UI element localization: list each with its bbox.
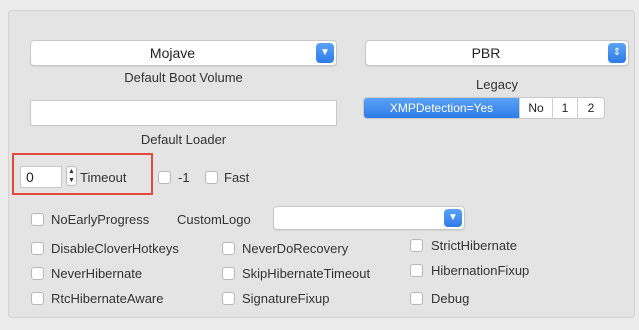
timeout-highlight-box — [12, 153, 153, 195]
rtc-hibernate-aware-label: RtcHibernateAware — [51, 291, 164, 306]
default-boot-volume-value: Mojave — [149, 45, 196, 61]
strict-hibernate-checkbox[interactable] — [410, 239, 423, 252]
minus-one-checkbox[interactable] — [158, 171, 171, 184]
default-loader-input[interactable] — [30, 100, 337, 126]
default-boot-volume-popup[interactable]: Mojave ▼ — [30, 40, 337, 66]
chevron-down-icon: ▼ — [444, 209, 462, 227]
no-early-progress-label: NoEarlyProgress — [51, 212, 150, 227]
debug-label: Debug — [431, 291, 470, 306]
xmp-detection-segmented-control: XMPDetection=Yes No 1 2 — [363, 97, 605, 119]
hibernation-fixup-checkbox[interactable] — [410, 264, 423, 277]
legacy-value: PBR — [471, 45, 501, 61]
segment-xmp-detection-yes[interactable]: XMPDetection=Yes — [364, 98, 519, 118]
debug-checkbox[interactable] — [410, 292, 423, 305]
fast-checkbox[interactable] — [205, 171, 218, 184]
no-early-progress-checkbox[interactable] — [31, 213, 44, 226]
minus-one-label: -1 — [178, 170, 190, 185]
default-loader-caption: Default Loader — [140, 132, 227, 147]
segment-1[interactable]: 1 — [552, 98, 577, 118]
skip-hibernate-timeout-checkbox[interactable] — [222, 267, 235, 280]
legacy-caption: Legacy — [476, 77, 518, 92]
never-do-recovery-checkbox[interactable] — [222, 242, 235, 255]
chevron-down-icon: ▼ — [316, 43, 334, 63]
hibernation-fixup-label: HibernationFixup — [431, 263, 530, 278]
never-do-recovery-label: NeverDoRecovery — [242, 241, 349, 256]
custom-logo-popup[interactable]: ▼ — [273, 206, 465, 230]
strict-hibernate-label: StrictHibernate — [431, 238, 517, 253]
signature-fixup-label: SignatureFixup — [242, 291, 330, 306]
disable-clover-hotkeys-label: DisableCloverHotkeys — [51, 241, 179, 256]
signature-fixup-checkbox[interactable] — [222, 292, 235, 305]
never-hibernate-checkbox[interactable] — [31, 267, 44, 280]
default-boot-volume-caption: Default Boot Volume — [124, 70, 243, 85]
disable-clover-hotkeys-checkbox[interactable] — [31, 242, 44, 255]
rtc-hibernate-aware-checkbox[interactable] — [31, 292, 44, 305]
fast-label: Fast — [224, 170, 250, 185]
never-hibernate-label: NeverHibernate — [51, 266, 143, 281]
up-down-arrows-icon: ⇕ — [608, 43, 626, 63]
legacy-popup[interactable]: PBR ⇕ — [365, 40, 629, 66]
segment-2[interactable]: 2 — [577, 98, 604, 118]
custom-logo-label: CustomLogo — [177, 212, 251, 227]
segment-no[interactable]: No — [519, 98, 552, 118]
skip-hibernate-timeout-label: SkipHibernateTimeout — [242, 266, 371, 281]
